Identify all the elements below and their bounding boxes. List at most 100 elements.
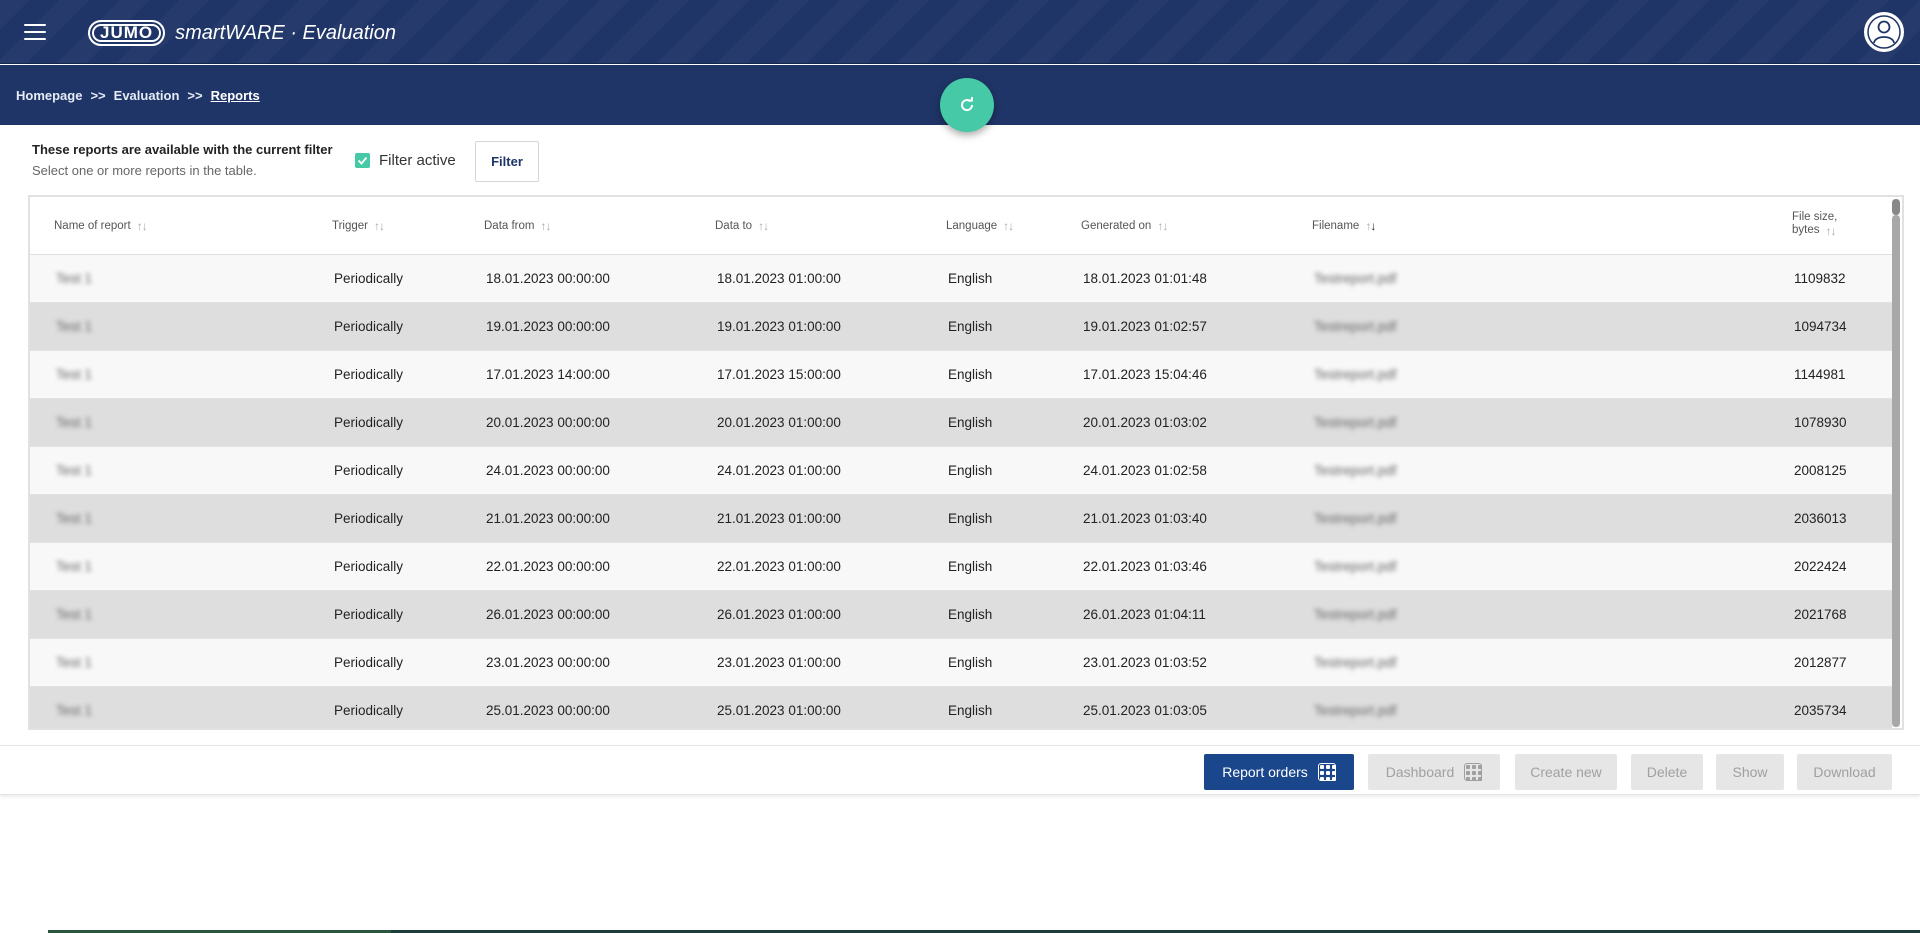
cell-generated-on: 25.01.2023 01:03:05	[1083, 703, 1207, 718]
user-avatar-icon[interactable]	[1864, 12, 1904, 52]
cell-trigger: Periodically	[334, 319, 404, 334]
cell-trigger: Periodically	[334, 655, 404, 670]
column-header-data-from[interactable]: Data from ↑↓	[484, 219, 552, 233]
show-button[interactable]: Show	[1716, 754, 1784, 790]
filter-button[interactable]: Filter	[475, 141, 539, 182]
table-row[interactable]: Test 1 Periodically 20.01.2023 00:00:00 20.…	[30, 399, 1892, 447]
filter-active-checkbox[interactable]	[355, 153, 370, 168]
cell-trigger: Periodically	[334, 607, 404, 622]
table-row[interactable]: Test 1 Periodically 24.01.2023 00:00:00 24.…	[30, 447, 1892, 495]
cell-name: Test 1	[56, 319, 93, 334]
cell-language: English	[948, 271, 993, 286]
column-header-trigger[interactable]: Trigger ↑↓	[332, 219, 385, 233]
cell-data-from: 23.01.2023 00:00:00	[486, 655, 610, 670]
breadcrumb-separator: >>	[187, 88, 203, 103]
scrollbar-thumb[interactable]	[1892, 215, 1900, 727]
button-label: Report orders	[1222, 764, 1308, 780]
app-logo: JUMO smartWARE · Evaluation	[88, 20, 396, 46]
cell-filename: Testreport.pdf	[1314, 559, 1397, 574]
table-row[interactable]: Test 1 Periodically 17.01.2023 14:00:00 17.…	[30, 351, 1892, 399]
cell-filename: Testreport.pdf	[1314, 655, 1397, 670]
cell-language: English	[948, 319, 993, 334]
column-label: Filename	[1312, 220, 1360, 232]
filter-subtitle: Select one or more reports in the table.	[32, 163, 257, 178]
table-row[interactable]: Test 1 Periodically 21.01.2023 00:00:00 21.…	[30, 495, 1892, 543]
check-icon	[357, 156, 368, 165]
grid-icon	[1317, 763, 1336, 781]
breadcrumb-evaluation[interactable]: Evaluation	[114, 88, 180, 103]
cell-data-from: 24.01.2023 00:00:00	[486, 463, 610, 478]
cell-generated-on: 17.01.2023 15:04:46	[1083, 367, 1207, 382]
cell-size: 1109832	[1794, 271, 1846, 286]
button-label: Dashboard	[1385, 764, 1455, 780]
refresh-button[interactable]	[940, 78, 994, 132]
refresh-icon	[961, 97, 974, 112]
cell-data-to: 26.01.2023 01:00:00	[717, 607, 841, 622]
download-button[interactable]: Download	[1797, 754, 1892, 790]
create-new-button[interactable]: Create new	[1515, 754, 1617, 790]
cell-data-to: 22.01.2023 01:00:00	[717, 559, 841, 574]
cell-name: Test 1	[56, 607, 93, 622]
table-row[interactable]: Test 1 Periodically 23.01.2023 00:00:00 23.…	[30, 639, 1892, 687]
cell-language: English	[948, 703, 993, 718]
table-row[interactable]: Test 1 Periodically 19.01.2023 00:00:00 19.…	[30, 303, 1892, 351]
cell-generated-on: 24.01.2023 01:02:58	[1083, 463, 1207, 478]
cell-trigger: Periodically	[334, 367, 404, 382]
column-label: Trigger	[332, 220, 368, 232]
table-row[interactable]: Test 1 Periodically 26.01.2023 00:00:00 26.…	[30, 591, 1892, 639]
cell-filename: Testreport.pdf	[1314, 319, 1397, 334]
sort-icon[interactable]: ↑↓	[137, 219, 148, 233]
table-row[interactable]: Test 1 Periodically 18.01.2023 00:00:00 18.…	[30, 255, 1892, 303]
sort-icon[interactable]: ↑↓	[1157, 219, 1168, 233]
column-label: Data from	[484, 220, 535, 232]
cell-generated-on: 18.01.2023 01:01:48	[1083, 271, 1207, 286]
filter-active-label: Filter active	[379, 152, 456, 169]
sort-icon[interactable]: ↑↓	[541, 219, 552, 233]
cell-size: 2022424	[1794, 559, 1847, 574]
sort-icon[interactable]: ↑↓	[1003, 219, 1014, 233]
column-header-language[interactable]: Language ↑↓	[946, 219, 1014, 233]
cell-data-to: 17.01.2023 15:00:00	[717, 367, 841, 382]
cell-filename: Testreport.pdf	[1314, 271, 1397, 286]
sort-icon-active[interactable]: ↑↓	[1365, 219, 1376, 233]
dashboard-button[interactable]: Dashboard	[1368, 754, 1500, 790]
cell-size: 1094734	[1794, 319, 1847, 334]
column-header-name[interactable]: Name of report ↑↓	[54, 219, 148, 233]
cell-language: English	[948, 367, 993, 382]
cell-size: 1078930	[1794, 415, 1847, 430]
column-header-generated-on[interactable]: Generated on ↑↓	[1081, 219, 1168, 233]
table-scrollbar[interactable]	[1892, 199, 1900, 727]
table-row[interactable]: Test 1 Periodically 25.01.2023 00:00:00 25.…	[30, 687, 1892, 728]
cell-data-from: 20.01.2023 00:00:00	[486, 415, 610, 430]
cell-data-to: 23.01.2023 01:00:00	[717, 655, 841, 670]
column-label: File size,	[1792, 211, 1838, 223]
column-header-data-to[interactable]: Data to ↑↓	[715, 219, 769, 233]
column-header-file-size[interactable]: File size, bytes ↑↓	[1792, 211, 1837, 238]
grid-icon	[1464, 763, 1483, 781]
cell-data-to: 20.01.2023 01:00:00	[717, 415, 841, 430]
sort-icon[interactable]: ↑↓	[374, 219, 385, 233]
cell-filename: Testreport.pdf	[1314, 415, 1397, 430]
cell-trigger: Periodically	[334, 511, 404, 526]
cell-data-from: 21.01.2023 00:00:00	[486, 511, 610, 526]
breadcrumb-homepage[interactable]: Homepage	[16, 88, 82, 103]
cell-generated-on: 19.01.2023 01:02:57	[1083, 319, 1207, 334]
cell-data-from: 25.01.2023 00:00:00	[486, 703, 610, 718]
table-row[interactable]: Test 1 Periodically 22.01.2023 00:00:00 22.…	[30, 543, 1892, 591]
sort-icon[interactable]: ↑↓	[758, 219, 769, 233]
cell-language: English	[948, 607, 993, 622]
cell-data-to: 25.01.2023 01:00:00	[717, 703, 841, 718]
column-header-filename[interactable]: Filename ↑↓	[1312, 219, 1376, 233]
cell-generated-on: 21.01.2023 01:03:40	[1083, 511, 1207, 526]
cell-size: 2021768	[1794, 607, 1847, 622]
delete-button[interactable]: Delete	[1631, 754, 1703, 790]
cell-size: 2035734	[1794, 703, 1847, 718]
menu-icon[interactable]	[24, 24, 46, 42]
cell-generated-on: 26.01.2023 01:04:11	[1083, 607, 1206, 622]
cell-name: Test 1	[56, 367, 93, 382]
report-orders-button[interactable]: Report orders	[1204, 754, 1354, 790]
breadcrumb-reports[interactable]: Reports	[211, 88, 260, 103]
sort-icon[interactable]: ↑↓	[1826, 224, 1837, 238]
cell-trigger: Periodically	[334, 415, 404, 430]
cell-size: 2008125	[1794, 463, 1847, 478]
